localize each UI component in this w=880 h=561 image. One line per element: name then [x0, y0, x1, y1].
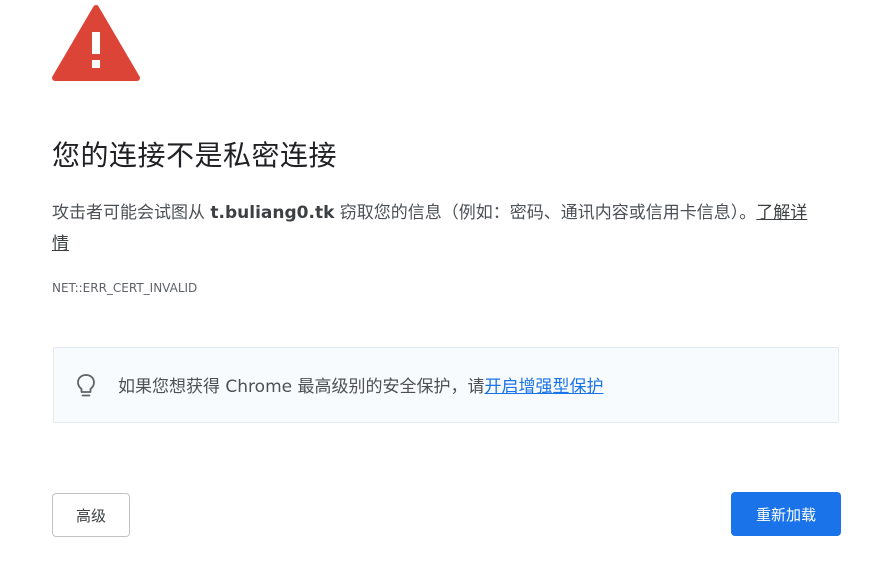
description-text: 攻击者可能会试图从 t.buliang0.tk 窃取您的信息（例如：密码、通讯内… — [52, 198, 812, 260]
enhanced-protection-link[interactable]: 开启增强型保护 — [485, 377, 604, 397]
page-title: 您的连接不是私密连接 — [52, 139, 338, 172]
hint-text: 如果您想获得 Chrome 最高级别的安全保护，请开启增强型保护 — [118, 372, 604, 397]
warning-triangle-icon — [52, 5, 140, 81]
description-before: 攻击者可能会试图从 — [52, 203, 211, 223]
enhanced-protection-hint: 如果您想获得 Chrome 最高级别的安全保护，请开启增强型保护 — [53, 347, 839, 423]
interstitial-page: 您的连接不是私密连接 攻击者可能会试图从 t.buliang0.tk 窃取您的信… — [0, 0, 880, 561]
hint-message: 如果您想获得 Chrome 最高级别的安全保护，请 — [118, 377, 485, 397]
advanced-button[interactable]: 高级 — [52, 493, 130, 537]
description-after: 窃取您的信息（例如：密码、通讯内容或信用卡信息）。 — [334, 203, 757, 223]
site-domain: t.buliang0.tk — [210, 203, 335, 223]
lightbulb-icon — [77, 374, 95, 397]
reload-button[interactable]: 重新加载 — [731, 492, 841, 536]
error-code: NET::ERR_CERT_INVALID — [52, 281, 198, 295]
